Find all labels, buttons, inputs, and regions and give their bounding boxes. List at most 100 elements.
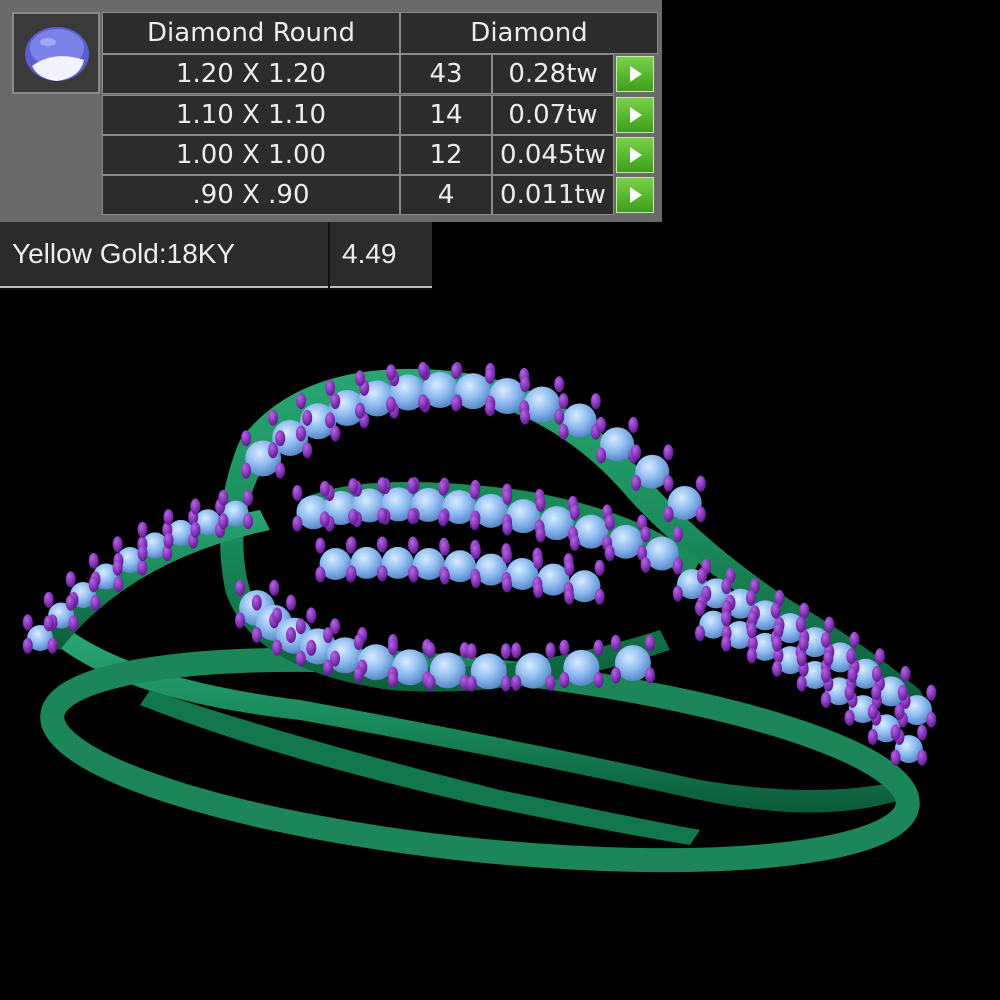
prong <box>65 594 76 611</box>
prong <box>190 498 201 515</box>
prong <box>820 691 831 708</box>
type-header: Diamond <box>400 12 658 54</box>
prong <box>353 634 364 651</box>
prong <box>663 475 674 492</box>
metal-weight: 4.49 <box>330 222 432 288</box>
prong <box>387 671 398 688</box>
prong <box>502 547 513 564</box>
ring-3d-render <box>22 361 937 873</box>
prong <box>926 711 937 728</box>
prong <box>408 537 419 554</box>
weight-cell: 0.07tw <box>492 95 614 135</box>
prong <box>535 526 546 543</box>
prong <box>275 430 286 447</box>
prong <box>348 508 359 525</box>
prong <box>43 615 54 632</box>
weight-cell: 0.045tw <box>492 135 614 175</box>
prong <box>900 665 911 682</box>
prong <box>795 616 806 633</box>
prong <box>849 631 860 648</box>
prong <box>22 637 33 654</box>
prong <box>773 622 784 639</box>
prong <box>113 576 124 593</box>
prong <box>721 635 732 652</box>
prong <box>500 675 511 692</box>
prong <box>218 513 229 530</box>
prong <box>319 480 330 497</box>
prong <box>88 552 99 569</box>
prong <box>88 576 99 593</box>
prong <box>604 545 615 562</box>
prong <box>520 376 531 393</box>
prong <box>112 559 123 576</box>
prong <box>820 631 831 648</box>
prong <box>470 571 481 588</box>
prong <box>502 519 513 536</box>
prong <box>593 639 604 656</box>
prong <box>746 622 757 639</box>
prong <box>590 393 601 410</box>
prong <box>418 361 429 378</box>
prong <box>672 558 683 575</box>
prong <box>243 489 254 506</box>
prong <box>559 672 570 689</box>
prong <box>533 581 544 598</box>
prong <box>745 589 756 606</box>
round-diamond-icon <box>25 27 89 81</box>
prong <box>470 543 481 560</box>
prong <box>190 521 201 538</box>
prong <box>559 639 570 656</box>
prong <box>47 637 58 654</box>
prong <box>569 534 580 551</box>
prong <box>746 647 757 664</box>
prong <box>569 504 580 521</box>
prong <box>890 724 901 741</box>
prong <box>451 395 462 412</box>
prong <box>594 588 605 605</box>
prong <box>535 495 546 512</box>
prong <box>485 367 496 384</box>
row-play-button[interactable] <box>616 137 654 173</box>
play-arrow-icon <box>630 66 642 82</box>
prong <box>243 513 254 530</box>
prong <box>292 515 303 532</box>
prong <box>272 607 283 624</box>
prong <box>796 650 807 667</box>
prong <box>330 425 341 442</box>
prong <box>917 724 928 741</box>
prong <box>408 566 419 583</box>
row-play-button[interactable] <box>616 56 654 92</box>
weight-cell: 0.011tw <box>492 175 614 215</box>
shape-header: Diamond Round <box>102 12 400 54</box>
prong <box>694 625 705 642</box>
prong <box>770 602 781 619</box>
prong <box>844 709 855 726</box>
prong <box>306 639 317 656</box>
prong <box>43 591 54 608</box>
prong <box>672 585 683 602</box>
prong <box>511 642 522 659</box>
prong <box>296 393 307 410</box>
prong <box>844 684 855 701</box>
prong <box>558 393 569 410</box>
prong <box>604 514 615 531</box>
prong <box>469 483 480 500</box>
prong <box>268 442 279 459</box>
prong <box>377 565 388 582</box>
prong <box>269 579 280 596</box>
row-play-button[interactable] <box>616 97 654 133</box>
prong <box>820 666 831 683</box>
metal-label: Yellow Gold:18KY <box>0 222 328 288</box>
prong <box>251 594 262 611</box>
prong <box>425 674 436 691</box>
prong <box>533 553 544 570</box>
prong <box>695 475 706 492</box>
prong <box>235 579 246 596</box>
row-play-button[interactable] <box>616 177 654 213</box>
prong <box>295 650 306 667</box>
prong <box>315 566 326 583</box>
prong <box>251 627 262 644</box>
prong <box>871 665 882 682</box>
prong <box>355 402 366 419</box>
prong <box>847 666 858 683</box>
